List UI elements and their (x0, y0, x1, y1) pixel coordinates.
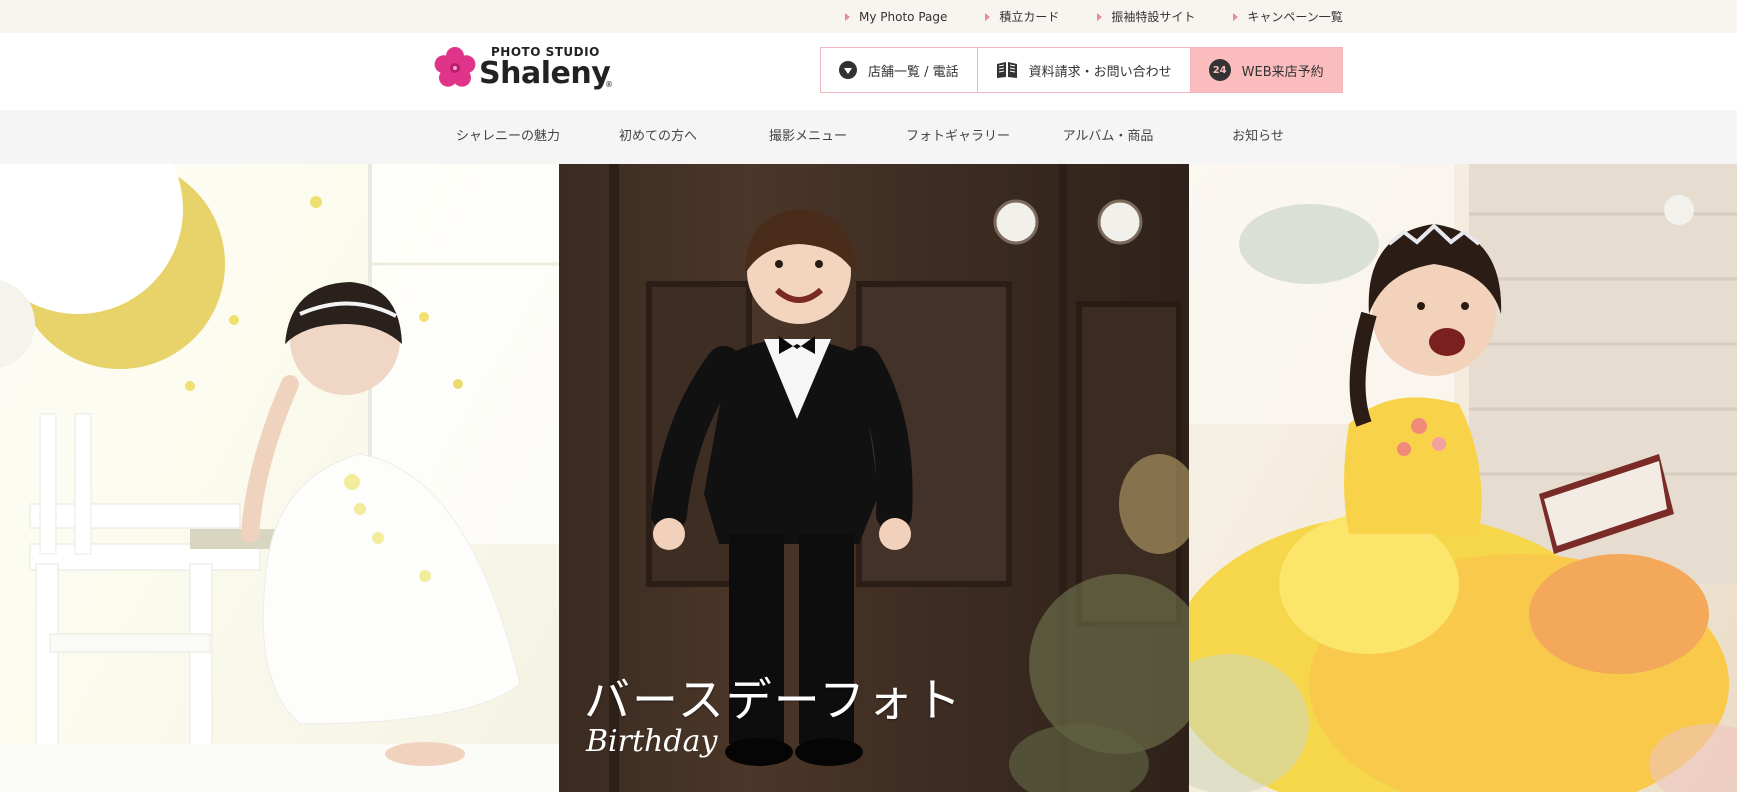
utility-link-label: キャンペーン一覧 (1247, 10, 1343, 24)
utility-link-my-photo-page[interactable]: My Photo Page (845, 10, 947, 24)
nav-item-appeal[interactable]: シャレニーの魅力 (456, 110, 560, 164)
chevron-right-icon (845, 12, 850, 21)
utility-links: My Photo Page 積立カード 振袖特設サイト キャンペーン一覧 (845, 0, 1343, 33)
site-logo[interactable]: PHOTO STUDIO Shaleny ® (433, 44, 613, 94)
hero-subtitle: Birthday (586, 724, 718, 759)
girl-photo-illustration (1189, 164, 1737, 792)
utility-link-label: 振袖特設サイト (1111, 10, 1196, 24)
flower-logo-icon (434, 47, 476, 87)
nav-item-album-products[interactable]: アルバム・商品 (1063, 110, 1154, 164)
chevron-right-icon (1097, 12, 1103, 21)
nav-item-shooting-menu[interactable]: 撮影メニュー (769, 110, 847, 164)
store-list-button[interactable]: 店舗一覧 / 電話 (821, 48, 978, 92)
chevron-right-icon (985, 12, 991, 21)
book-icon (996, 61, 1018, 79)
utility-link-campaigns[interactable]: キャンペーン一覧 (1233, 8, 1343, 25)
chevron-right-icon (1233, 12, 1239, 21)
hero-photo-baby (0, 164, 559, 792)
utility-link-furisode-site[interactable]: 振袖特設サイト (1097, 8, 1195, 25)
header-actions: 店舗一覧 / 電話 資料請求・お問い合わせ 24 WEB来店予約 (820, 47, 1343, 93)
utility-link-label: 積立カード (999, 10, 1060, 24)
inquiry-label: 資料請求・お問い合わせ (1028, 64, 1172, 80)
web-reservation-label: WEB来店予約 (1241, 64, 1324, 80)
inquiry-button[interactable]: 資料請求・お問い合わせ (978, 48, 1191, 92)
hero-photo-girl (1189, 164, 1737, 792)
dropdown-circle-icon (839, 61, 857, 79)
utility-bar: My Photo Page 積立カード 振袖特設サイト キャンペーン一覧 (0, 0, 1737, 33)
baby-photo-illustration (0, 164, 559, 792)
nav-item-photo-gallery[interactable]: フォトギャラリー (906, 110, 1010, 164)
site-header: PHOTO STUDIO Shaleny ® 店舗一覧 / 電話 資料請求・お問… (0, 33, 1737, 110)
store-list-label: 店舗一覧 / 電話 (868, 64, 959, 80)
web-reservation-button[interactable]: 24 WEB来店予約 (1190, 48, 1342, 92)
hero-banner[interactable]: バースデーフォト Birthday (0, 164, 1737, 792)
hero-title: バースデーフォト (584, 673, 963, 727)
logo-brand-name: Shaleny (479, 56, 611, 91)
main-nav: シャレニーの魅力 初めての方へ 撮影メニュー フォトギャラリー アルバム・商品 … (0, 110, 1737, 164)
utility-link-savings-card[interactable]: 積立カード (985, 8, 1059, 25)
nav-item-first-time[interactable]: 初めての方へ (619, 110, 697, 164)
utility-link-label: My Photo Page (859, 9, 948, 24)
nav-item-news[interactable]: お知らせ (1232, 110, 1284, 164)
clock-24-icon: 24 (1208, 59, 1231, 81)
logo-registered-mark: ® (605, 80, 613, 89)
